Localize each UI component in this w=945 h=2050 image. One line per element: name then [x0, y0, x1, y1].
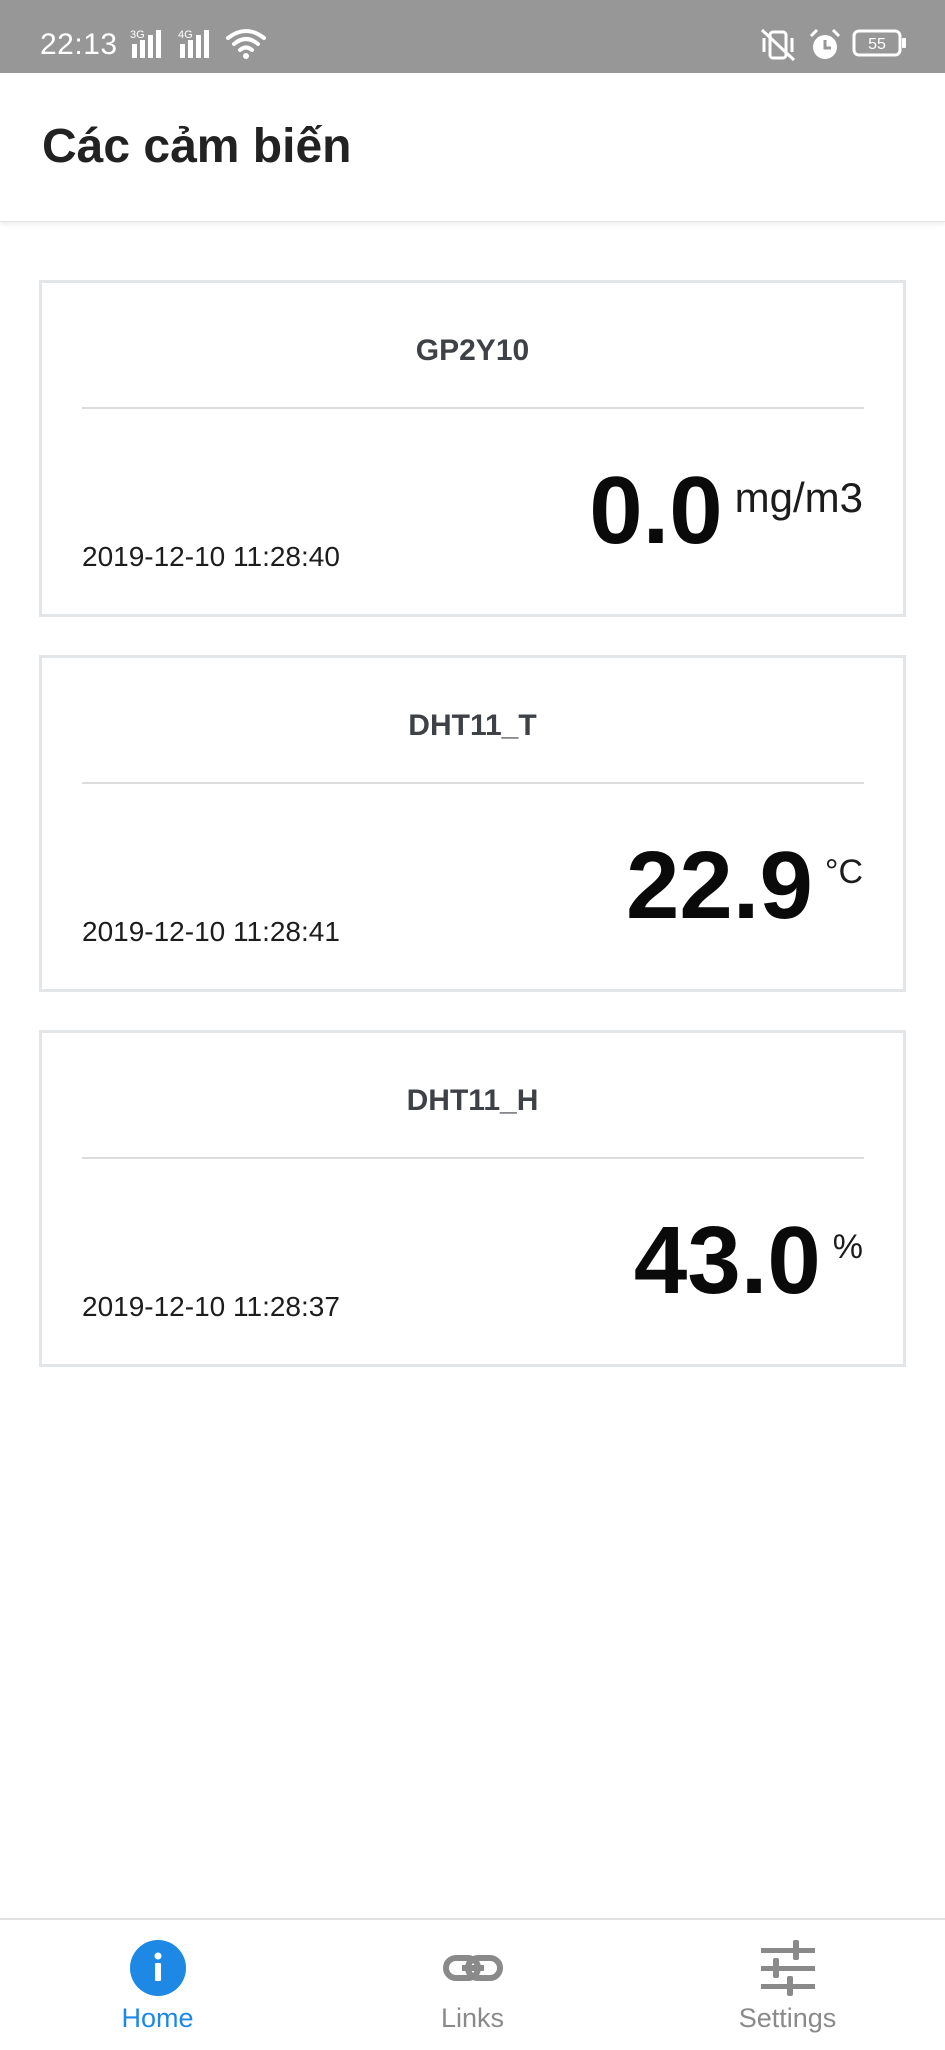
page-title: Các cảm biến [42, 120, 352, 173]
sensor-unit: °C [824, 853, 863, 891]
sensor-list: GP2Y10 2019-12-10 11:28:40 0.0 mg/m3 DHT… [39, 280, 906, 1405]
card-divider [82, 1157, 864, 1159]
alarm-icon [809, 28, 841, 59]
sensor-timestamp: 2019-12-10 11:28:37 [82, 1291, 340, 1322]
svg-text:4G: 4G [178, 29, 193, 41]
sensor-card-dht11-t[interactable]: DHT11_T 2019-12-10 11:28:41 22.9 °C [39, 655, 906, 992]
app-header: Các cảm biến [0, 73, 945, 222]
sensor-reading: 22.9 °C [626, 838, 863, 934]
sensor-value: 0.0 [589, 457, 723, 564]
battery-icon: 55 [852, 29, 906, 57]
sensor-name: GP2Y10 [415, 334, 530, 367]
sensor-card-dht11-h[interactable]: DHT11_H 2019-12-10 11:28:37 43.0 % [39, 1030, 906, 1367]
signal-3g-icon: 3G [130, 29, 161, 58]
nav-home[interactable]: Home [0, 1920, 315, 2050]
sensor-card-gp2y10[interactable]: GP2Y10 2019-12-10 11:28:40 0.0 mg/m3 [39, 280, 906, 617]
info-icon [129, 1940, 186, 1996]
nav-settings[interactable]: Settings [630, 1920, 945, 2050]
status-bar: 22:13 3G 4G 55 [0, 0, 945, 73]
sensor-value: 22.9 [626, 832, 813, 939]
bottom-navigation: Home Links Settings [0, 1918, 945, 2050]
sensor-unit: % [832, 1228, 863, 1266]
sensor-timestamp: 2019-12-10 11:28:41 [82, 916, 340, 947]
card-divider [82, 407, 864, 409]
link-icon [442, 1955, 503, 1981]
sensor-reading: 43.0 % [634, 1213, 863, 1309]
sensor-name: DHT11_H [406, 1084, 539, 1117]
wifi-icon [226, 29, 266, 59]
sliders-icon [760, 1940, 815, 1996]
card-divider [82, 782, 864, 784]
svg-text:55: 55 [868, 36, 886, 53]
status-time: 22:13 [40, 28, 118, 61]
sensor-timestamp: 2019-12-10 11:28:40 [82, 541, 340, 572]
sensor-value: 43.0 [633, 1207, 821, 1314]
signal-4g-icon: 4G [178, 29, 209, 58]
vibrate-mute-icon [760, 28, 796, 62]
nav-settings-label: Settings [738, 2003, 837, 2033]
nav-links[interactable]: Links [315, 1920, 630, 2050]
nav-home-label: Home [121, 2003, 194, 2033]
sensor-unit: mg/m3 [734, 474, 863, 521]
svg-text:3G: 3G [130, 29, 145, 41]
sensor-name: DHT11_T [408, 709, 537, 742]
nav-links-label: Links [440, 2003, 505, 2033]
sensor-reading: 0.0 mg/m3 [589, 463, 863, 559]
